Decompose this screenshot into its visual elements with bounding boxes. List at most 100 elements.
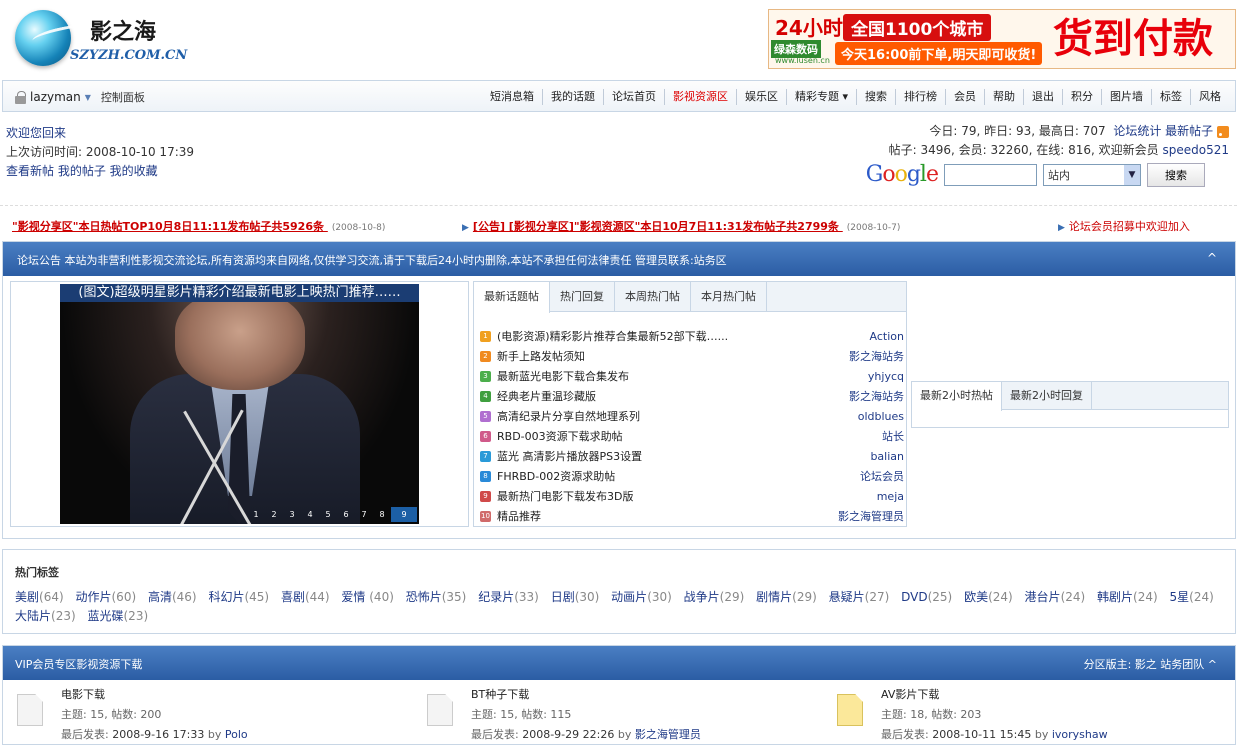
tag-link[interactable]: 蓝光碟(23) (87, 609, 148, 623)
tag-link[interactable]: 科幻片(45) (208, 590, 269, 604)
topic-title[interactable]: FHRBD-002资源求助帖 (497, 468, 856, 484)
topic-title[interactable]: RBD-003资源下载求助帖 (497, 428, 878, 444)
username-link[interactable]: lazyman (30, 90, 81, 104)
forum-name[interactable]: BT种子下载 (471, 686, 529, 702)
tag-name[interactable]: 韩剧片 (1097, 590, 1133, 604)
tag-link[interactable]: 恐怖片(35) (406, 590, 467, 604)
vip-title[interactable]: VIP会员专区影视资源下载 (15, 658, 142, 671)
forum-name[interactable]: AV影片下载 (881, 686, 939, 702)
newest-member-link[interactable]: speedo521 (1163, 143, 1230, 157)
nav-item[interactable]: 搜索 (856, 89, 895, 105)
search-button[interactable]: 搜索 (1147, 162, 1205, 187)
ranking-tab[interactable]: 本月热门帖 (691, 282, 767, 311)
topic-title[interactable]: 经典老片重温珍藏版 (497, 388, 845, 404)
tag-name[interactable]: 悬疑片 (829, 590, 865, 604)
tag-link[interactable]: 纪录片(33) (478, 590, 539, 604)
list-item[interactable]: 3 最新蓝光电影下载合集发布 yhjycq (480, 366, 904, 386)
stats-links[interactable]: 论坛统计 最新帖子 (1113, 124, 1213, 138)
nav-item[interactable]: 图片墙 (1101, 89, 1151, 105)
topic-title[interactable]: 蓝光 高清影片播放器PS3设置 (497, 448, 866, 464)
slide-page-button[interactable]: 4 (301, 507, 319, 522)
tag-name[interactable]: 日剧 (551, 590, 575, 604)
tab-recent-replies[interactable]: 最新2小时回复 (1002, 382, 1092, 409)
ranking-tab[interactable]: 本周热门帖 (615, 282, 691, 311)
topic-author[interactable]: balian (870, 450, 904, 463)
tag-name[interactable]: 纪录片 (478, 590, 514, 604)
nav-item[interactable]: 精彩专题 ▾ (785, 89, 856, 105)
nav-item[interactable]: 论坛首页 (602, 89, 664, 105)
topic-title[interactable]: 最新热门电影下载发布3D版 (497, 488, 873, 504)
list-item[interactable]: 8 FHRBD-002资源求助帖 论坛会员 (480, 466, 904, 486)
tag-name[interactable]: 恐怖片 (406, 590, 442, 604)
tag-link[interactable]: 美剧(64) (15, 590, 64, 604)
site-logo[interactable]: 影之海 SZYZH.COM.CN (2, 2, 192, 72)
last-post-author[interactable]: Polo (225, 728, 248, 741)
rss-icon[interactable] (1217, 125, 1229, 138)
ad-banner[interactable]: 24小时购物 绿森数码 www.lusen.cn 全国1100个城市 今天16:… (768, 9, 1236, 69)
search-input[interactable] (944, 163, 1037, 186)
topic-author[interactable]: oldblues (858, 410, 904, 423)
slide-page-button[interactable]: 2 (265, 507, 283, 522)
slide-page-button[interactable]: 9 (391, 507, 417, 522)
tag-name[interactable]: 动作片 (75, 590, 111, 604)
tag-link[interactable]: 日剧(30) (551, 590, 600, 604)
list-item[interactable]: 4 经典老片重温珍藏版 影之海站务 (480, 386, 904, 406)
nav-item[interactable]: 影视资源区 (663, 89, 736, 105)
topic-author[interactable]: 影之海站务 (849, 388, 904, 404)
last-post-time[interactable]: 2008-10-11 15:45 (932, 728, 1031, 741)
slideshow-image[interactable]: (图文)超级明星影片精彩介绍最新电影上映热门推荐…… 123456789 (60, 284, 419, 524)
list-item[interactable]: 9 最新热门电影下载发布3D版 meja (480, 486, 904, 506)
nav-item[interactable]: 帮助 (984, 89, 1023, 105)
tag-link[interactable]: 动画片(30) (611, 590, 672, 604)
topic-author[interactable]: 影之海管理员 (838, 508, 904, 524)
tab-recent-hot[interactable]: 最新2小时热帖 (912, 382, 1002, 411)
nav-item[interactable]: 短消息箱 (482, 89, 542, 105)
tag-name[interactable]: 港台片 (1025, 590, 1061, 604)
tag-name[interactable]: 科幻片 (208, 590, 244, 604)
tag-name[interactable]: 高清 (148, 590, 172, 604)
topic-author[interactable]: 站长 (882, 428, 904, 444)
tag-link[interactable]: 港台片(24) (1025, 590, 1086, 604)
nav-item[interactable]: 我的话题 (541, 89, 603, 105)
topic-title[interactable]: 精品推荐 (497, 508, 834, 524)
topic-title[interactable]: 高清纪录片分享自然地理系列 (497, 408, 854, 424)
topic-title[interactable]: 最新蓝光电影下载合集发布 (497, 368, 864, 384)
tag-name[interactable]: 剧情片 (756, 590, 792, 604)
tag-name[interactable]: 美剧 (15, 590, 39, 604)
control-panel-link[interactable]: 控制面板 (101, 89, 145, 105)
tag-link[interactable]: 5星(24) (1170, 590, 1214, 604)
collapse-icon[interactable]: ^ (1207, 251, 1217, 265)
tag-link[interactable]: 动作片(60) (75, 590, 136, 604)
tag-link[interactable]: DVD(25) (901, 590, 952, 604)
tag-link[interactable]: 欧美(24) (964, 590, 1013, 604)
tag-name[interactable]: 大陆片 (15, 609, 51, 623)
topic-author[interactable]: meja (877, 490, 904, 503)
tag-name[interactable]: DVD (901, 590, 927, 604)
topic-title[interactable]: (电影资源)精彩影片推荐合集最新52部下载…... (497, 328, 866, 344)
tag-name[interactable]: 蓝光碟 (87, 609, 123, 623)
list-item[interactable]: 10 精品推荐 影之海管理员 (480, 506, 904, 526)
slide-page-button[interactable]: 1 (247, 507, 265, 522)
ticker-link[interactable]: [公告] [影视分享区]"影视资源区"本日10月7日11:31发布帖子共2799… (473, 220, 843, 233)
tag-name[interactable]: 战争片 (684, 590, 720, 604)
topic-author[interactable]: yhjycq (868, 370, 904, 383)
user-menu[interactable]: lazyman ▼ 控制面板 (15, 89, 145, 105)
forum-name[interactable]: 电影下载 (61, 686, 105, 702)
topic-author[interactable]: 影之海站务 (849, 348, 904, 364)
tag-name[interactable]: 5星 (1170, 590, 1190, 604)
tag-link[interactable]: 喜剧(44) (281, 590, 330, 604)
last-post-time[interactable]: 2008-9-16 17:33 (112, 728, 204, 741)
topic-author[interactable]: Action (870, 330, 904, 343)
ranking-tab[interactable]: 最新话题帖 (474, 282, 550, 313)
ranking-tab[interactable]: 热门回复 (550, 282, 615, 311)
tag-link[interactable]: 悬疑片(27) (829, 590, 890, 604)
welcome-link[interactable]: 欢迎您回来 (6, 126, 66, 140)
list-item[interactable]: 6 RBD-003资源下载求助帖 站长 (480, 426, 904, 446)
nav-item[interactable]: 会员 (945, 89, 984, 105)
nav-item[interactable]: 退出 (1023, 89, 1062, 105)
tag-link[interactable]: 战争片(29) (684, 590, 745, 604)
tag-name[interactable]: 喜剧 (281, 590, 305, 604)
image-slideshow[interactable]: (图文)超级明星影片精彩介绍最新电影上映热门推荐…… 123456789 (10, 281, 469, 527)
last-post-time[interactable]: 2008-9-29 22:26 (522, 728, 614, 741)
tag-link[interactable]: 高清(46) (148, 590, 197, 604)
